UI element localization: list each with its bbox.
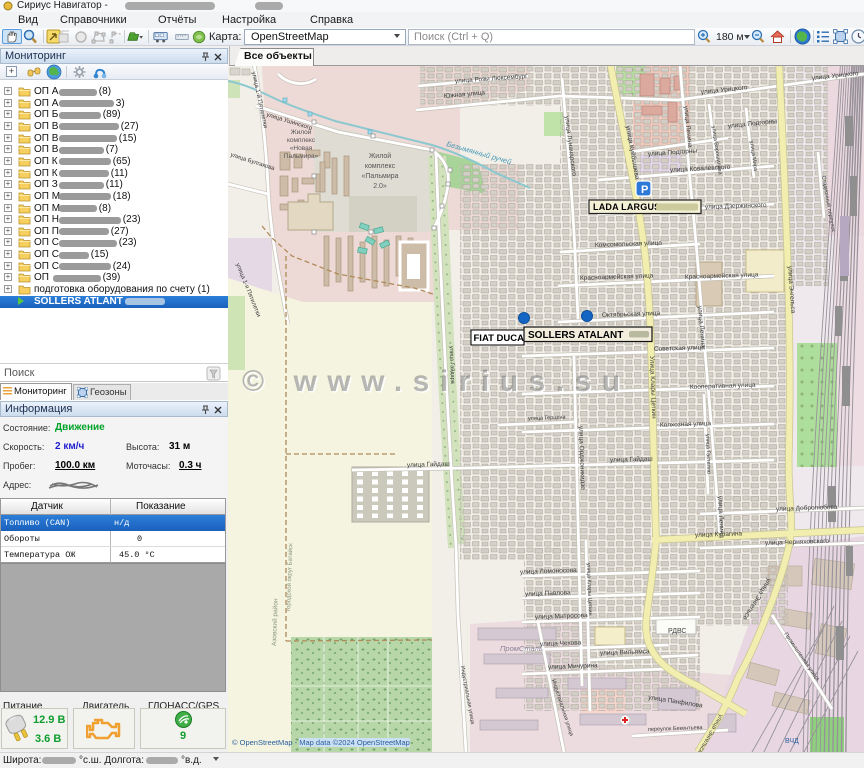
svg-text:Жилой: Жилой	[369, 152, 391, 160]
svg-text:улица Гайдаш: улица Гайдаш	[610, 455, 653, 464]
svg-text:2.0»: 2.0»	[373, 183, 387, 190]
svg-text:улица Чехова: улица Чехова	[540, 640, 582, 648]
svg-text:комплекс: комплекс	[365, 163, 396, 170]
svg-text:Жилой: Жилой	[291, 128, 312, 136]
svg-text:РДВС: РДВС	[668, 628, 686, 635]
svg-text:Пальмира»: Пальмира»	[284, 153, 319, 160]
svg-text:комплекс: комплекс	[287, 137, 316, 144]
svg-text:ПромСталь: ПромСталь	[500, 644, 543, 653]
svg-text:«Новая: «Новая	[290, 145, 313, 152]
svg-text:P: P	[641, 184, 648, 196]
svg-text:LADA LARGUS: LADA LARGUS	[593, 202, 660, 212]
svg-text:улица Гайдаш: улица Гайдаш	[407, 460, 450, 469]
svg-text:«Пальмира: «Пальмира	[361, 173, 398, 180]
svg-text:Азовский район: Азовский район	[270, 598, 280, 646]
svg-text:FIAT DUCAT: FIAT DUCAT	[474, 333, 530, 344]
svg-text:SOLLERS ATALANT: SOLLERS ATALANT	[528, 330, 623, 341]
svg-text:ВЧД: ВЧД	[785, 738, 799, 745]
